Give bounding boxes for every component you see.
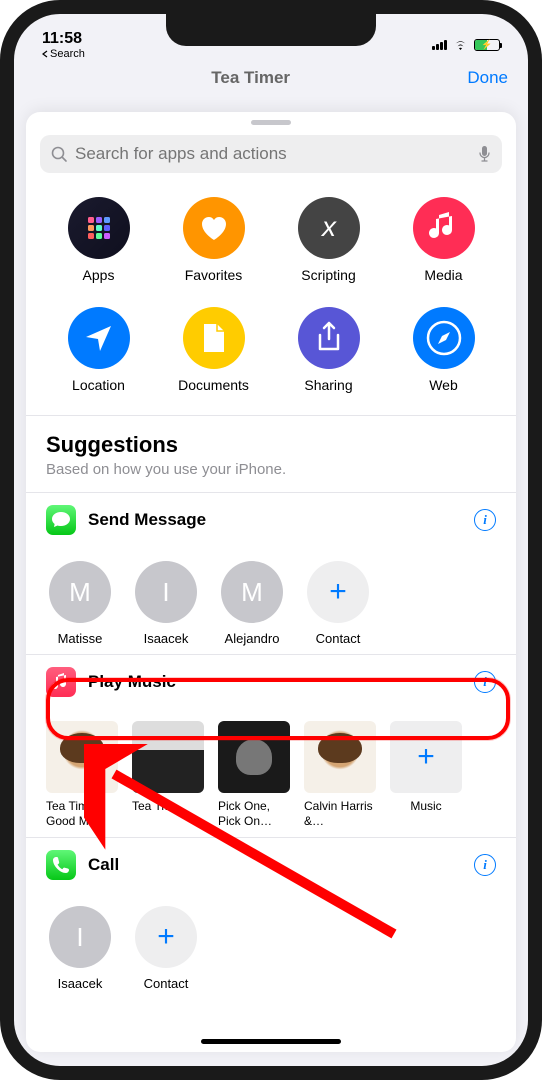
contact-name: Isaacek <box>46 976 114 991</box>
apps-icon <box>68 197 130 259</box>
add-music-button[interactable]: + Music <box>390 721 462 829</box>
phone-app-icon <box>46 850 76 880</box>
contact-avatar: I <box>49 906 111 968</box>
play-music-section: Play Music i <box>26 655 516 705</box>
contact-name: Isaacek <box>132 631 200 646</box>
status-time: 11:58 <box>42 30 85 48</box>
category-media[interactable]: Media <box>389 197 498 283</box>
category-apps[interactable]: Apps <box>44 197 153 283</box>
music-item[interactable]: Tea Time, Good M… <box>46 721 118 829</box>
section-title[interactable]: Send Message <box>88 510 462 530</box>
nav-bar: Tea Timer Done <box>14 62 528 94</box>
suggestions-header: Suggestions Based on how you use your iP… <box>26 416 516 492</box>
album-thumbnail <box>304 721 376 793</box>
messages-app-icon <box>46 505 76 535</box>
music-note-icon <box>413 197 475 259</box>
music-title: Tea Time, Good M… <box>46 799 118 829</box>
category-label: Favorites <box>185 267 243 283</box>
location-arrow-icon <box>68 307 130 369</box>
battery-icon: ⚡ <box>474 39 500 51</box>
contact-name: Alejandro <box>218 631 286 646</box>
plus-icon: + <box>307 561 369 623</box>
category-web[interactable]: Web <box>389 307 498 393</box>
search-box[interactable] <box>40 135 502 173</box>
search-input[interactable] <box>75 144 471 164</box>
music-title: Calvin Harris &… <box>304 799 376 829</box>
action-sheet: Apps Favorites x Scripting Media <box>26 112 516 1052</box>
plus-icon: + <box>390 721 462 793</box>
music-item[interactable]: Pick One, Pick On… <box>218 721 290 829</box>
info-button[interactable]: i <box>474 671 496 693</box>
category-sharing[interactable]: Sharing <box>274 307 383 393</box>
send-message-section: Send Message i <box>26 493 516 543</box>
svg-text:x: x <box>320 211 337 242</box>
category-documents[interactable]: Documents <box>159 307 268 393</box>
category-label: Web <box>429 377 458 393</box>
add-contact-button[interactable]: + Contact <box>132 906 200 991</box>
contact-avatar: I <box>135 561 197 623</box>
info-button[interactable]: i <box>474 854 496 876</box>
add-label: Music <box>390 799 462 814</box>
album-thumbnail <box>132 721 204 793</box>
call-section: Call i <box>26 838 516 888</box>
compass-icon <box>413 307 475 369</box>
call-contacts-row: I Isaacek + Contact <box>26 888 516 991</box>
scripting-icon: x <box>298 197 360 259</box>
contact-isaacek[interactable]: I Isaacek <box>132 561 200 646</box>
music-title: Pick One, Pick On… <box>218 799 290 829</box>
category-label: Location <box>72 377 125 393</box>
plus-icon: + <box>135 906 197 968</box>
mic-icon[interactable] <box>478 145 491 163</box>
category-label: Documents <box>178 377 249 393</box>
search-icon <box>51 146 68 163</box>
category-grid: Apps Favorites x Scripting Media <box>26 187 516 415</box>
nav-title: Tea Timer <box>211 68 290 88</box>
category-label: Apps <box>83 267 115 283</box>
sheet-handle[interactable] <box>251 120 291 125</box>
add-label: Contact <box>304 631 372 646</box>
section-title[interactable]: Call <box>88 855 462 875</box>
category-label: Media <box>424 267 462 283</box>
wifi-icon <box>452 39 469 51</box>
category-favorites[interactable]: Favorites <box>159 197 268 283</box>
contact-isaacek[interactable]: I Isaacek <box>46 906 114 991</box>
share-icon <box>298 307 360 369</box>
category-label: Sharing <box>304 377 352 393</box>
album-thumbnail <box>218 721 290 793</box>
category-scripting[interactable]: x Scripting <box>274 197 383 283</box>
suggestions-title: Suggestions <box>46 432 496 458</box>
contact-avatar: M <box>221 561 283 623</box>
contact-matisse[interactable]: M Matisse <box>46 561 114 646</box>
album-thumbnail <box>46 721 118 793</box>
back-label: Search <box>50 48 85 60</box>
info-button[interactable]: i <box>474 509 496 531</box>
heart-icon <box>183 197 245 259</box>
phone-frame: 11:58 Search ⚡ Tea Timer Done <box>0 0 542 1080</box>
home-indicator[interactable] <box>201 1039 341 1044</box>
section-title[interactable]: Play Music <box>88 672 462 692</box>
music-items-row: Tea Time, Good M… Tea Ti… Pick One, Pick… <box>26 705 516 837</box>
document-icon <box>183 307 245 369</box>
music-item[interactable]: Tea Ti… <box>132 721 204 829</box>
music-app-icon <box>46 667 76 697</box>
notch <box>166 14 376 46</box>
add-label: Contact <box>132 976 200 991</box>
back-to-search[interactable]: Search <box>42 48 85 60</box>
message-contacts-row: M Matisse I Isaacek M Alejandro + Contac… <box>26 543 516 654</box>
contact-alejandro[interactable]: M Alejandro <box>218 561 286 646</box>
signal-icon <box>432 40 447 50</box>
contact-avatar: M <box>49 561 111 623</box>
category-location[interactable]: Location <box>44 307 153 393</box>
add-contact-button[interactable]: + Contact <box>304 561 372 646</box>
category-label: Scripting <box>301 267 355 283</box>
music-title: Tea Ti… <box>132 799 204 814</box>
done-button[interactable]: Done <box>467 68 508 88</box>
contact-name: Matisse <box>46 631 114 646</box>
music-item[interactable]: Calvin Harris &… <box>304 721 376 829</box>
suggestions-subtitle: Based on how you use your iPhone. <box>46 461 496 478</box>
